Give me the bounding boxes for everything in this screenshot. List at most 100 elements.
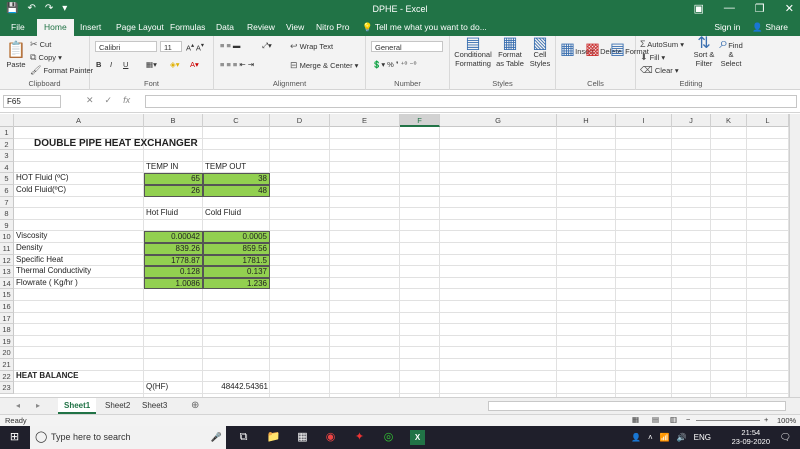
tab-review[interactable]: Review	[247, 22, 275, 32]
language-indicator[interactable]: ENG	[694, 433, 711, 442]
row-header-14[interactable]: 14	[0, 277, 14, 290]
cell-a2[interactable]: DOUBLE PIPE HEAT EXCHANGER	[14, 138, 200, 151]
tab-data[interactable]: Data	[216, 22, 234, 32]
column-header-d[interactable]: D	[270, 114, 330, 127]
column-header-k[interactable]: K	[711, 114, 747, 127]
close-icon[interactable]: ✕	[785, 2, 794, 15]
cell-a6[interactable]: Cold Fluid(ºC)	[14, 185, 68, 197]
notification-icon[interactable]: 🗨2	[778, 430, 793, 449]
vertical-scrollbar[interactable]	[789, 114, 800, 397]
font-grow-shrink-icons[interactable]: A▴ A▾	[186, 42, 204, 53]
tab-file[interactable]: File	[11, 22, 25, 32]
align-horizontal-icons[interactable]: ≡ ≡ ≡ ⇤ ⇥	[220, 60, 254, 69]
cell-a14[interactable]: Flowrate ( Kg/hr )	[14, 278, 80, 290]
scroll-right-icon[interactable]: ▸	[30, 398, 46, 414]
whatsapp-icon[interactable]: ◎	[381, 430, 396, 445]
format-as-table-button[interactable]: ▦Format as Table	[495, 36, 525, 69]
wrap-text-button[interactable]: ↩ Wrap Text	[290, 41, 333, 52]
merge-center-button[interactable]: ⊟ Merge & Center ▾	[290, 60, 358, 71]
tab-home[interactable]: Home	[37, 19, 74, 36]
row-header-5[interactable]: 5	[0, 173, 14, 185]
cell-a22[interactable]: HEAT BALANCE	[14, 371, 81, 383]
column-header-f[interactable]: F	[400, 114, 440, 127]
cell-b23[interactable]: Q(HF)	[144, 382, 170, 394]
row-header-17[interactable]: 17	[0, 312, 14, 325]
sort-filter-button[interactable]: ⇅Sort & Filter	[692, 36, 716, 69]
autosum-button[interactable]: Σ AutoSum ▾	[640, 39, 684, 49]
find-select-button[interactable]: ⌕Find & Select	[718, 36, 744, 69]
tab-formulas[interactable]: Formulas	[170, 22, 205, 32]
cell-c12[interactable]: 1781.5	[203, 254, 270, 267]
cell-a12[interactable]: Specific Heat	[14, 255, 65, 267]
orientation-icon[interactable]: ⤢▾	[262, 41, 272, 51]
cell-a10[interactable]: Viscosity	[14, 231, 49, 243]
cell-b11[interactable]: 839.26	[144, 243, 203, 255]
cell-b10[interactable]: 0.00042	[144, 231, 203, 243]
page-layout-view-icon[interactable]: ▤	[652, 415, 659, 424]
font-color-icon[interactable]: A▾	[190, 60, 199, 69]
tell-me-box[interactable]: 💡 Tell me what you want to do...	[362, 22, 487, 33]
cell-a11[interactable]: Density	[14, 243, 45, 255]
horizontal-scrollbar[interactable]	[488, 401, 786, 411]
row-header-21[interactable]: 21	[0, 359, 14, 371]
cut-button[interactable]: ✂ Cut	[30, 39, 51, 50]
normal-view-icon[interactable]: ▦	[632, 415, 639, 424]
row-header-20[interactable]: 20	[0, 347, 14, 359]
format-painter-button[interactable]: 🖌 Format Painter	[30, 65, 93, 76]
row-header-2[interactable]: 2	[0, 138, 14, 151]
row-header-1[interactable]: 1	[0, 127, 14, 139]
minimize-icon[interactable]: —	[724, 2, 735, 15]
cell-b14[interactable]: 1.0086	[144, 277, 203, 290]
cancel-icon[interactable]: ✕	[86, 95, 94, 106]
calculator-icon[interactable]: ▦	[295, 430, 310, 445]
add-sheet-icon[interactable]: ⊕	[185, 398, 205, 414]
row-header-3[interactable]: 3	[0, 150, 14, 162]
share-button[interactable]: 👤 Share	[752, 22, 788, 33]
column-header-l[interactable]: L	[747, 114, 789, 127]
taskbar-clock[interactable]: 21:54 23-09-2020	[732, 428, 770, 446]
cell-c8[interactable]: Cold Fluid	[203, 208, 243, 220]
cell-b5[interactable]: 65	[144, 173, 203, 185]
row-header-15[interactable]: 15	[0, 289, 14, 301]
scroll-left-icon[interactable]: ◂	[10, 398, 26, 414]
volume-icon[interactable]: 🔊	[677, 433, 687, 442]
row-header-6[interactable]: 6	[0, 185, 14, 197]
excel-taskbar-icon[interactable]: X	[410, 430, 425, 445]
cell-c10[interactable]: 0.0005	[203, 231, 270, 243]
column-header-c[interactable]: C	[203, 114, 270, 127]
sheet-tab-sheet3[interactable]: Sheet3	[136, 398, 173, 414]
cell-c23[interactable]: 48442.54361	[203, 382, 270, 394]
chrome-icon[interactable]: ◉	[323, 430, 338, 445]
cell-b13[interactable]: 0.128	[144, 266, 203, 278]
column-header-b[interactable]: B	[144, 114, 203, 127]
row-header-8[interactable]: 8	[0, 208, 14, 220]
windows-start-icon[interactable]: ⊞	[7, 430, 22, 445]
task-view-icon[interactable]: ⧉	[236, 430, 251, 445]
row-header-12[interactable]: 12	[0, 254, 14, 267]
row-header-4[interactable]: 4	[0, 161, 14, 174]
taskbar-search-box[interactable]: ◯ Type here to search 🎤	[30, 426, 226, 449]
cell-a5[interactable]: HOT Fluid (ºC)	[14, 173, 71, 185]
font-size-select[interactable]: 11	[160, 41, 182, 52]
number-format-select[interactable]: General	[371, 41, 443, 52]
people-icon[interactable]: 👤	[631, 433, 641, 442]
tab-page-layout[interactable]: Page Layout	[116, 22, 164, 32]
fill-button[interactable]: ⬇ Fill ▾	[640, 52, 665, 63]
file-explorer-icon[interactable]: 📁	[266, 430, 281, 445]
cell-b4[interactable]: TEMP IN	[144, 162, 180, 174]
zoom-out-icon[interactable]: −	[686, 415, 690, 424]
cell-c5[interactable]: 38	[203, 173, 270, 185]
cell-c4[interactable]: TEMP OUT	[203, 162, 248, 174]
cell-b6[interactable]: 26	[144, 185, 203, 197]
network-icon[interactable]: 📶	[660, 433, 670, 442]
ribbon-display-icon[interactable]: ▣	[694, 2, 704, 15]
row-header-19[interactable]: 19	[0, 335, 14, 348]
row-header-16[interactable]: 16	[0, 301, 14, 313]
cell-c11[interactable]: 859.56	[203, 243, 270, 255]
row-header-11[interactable]: 11	[0, 243, 14, 255]
cell-c14[interactable]: 1.236	[203, 277, 270, 290]
paste-button[interactable]: 📋 Paste	[6, 40, 26, 69]
sheet-tab-sheet2[interactable]: Sheet2	[99, 398, 136, 414]
tab-insert[interactable]: Insert	[80, 22, 101, 32]
cell-c6[interactable]: 48	[203, 185, 270, 197]
